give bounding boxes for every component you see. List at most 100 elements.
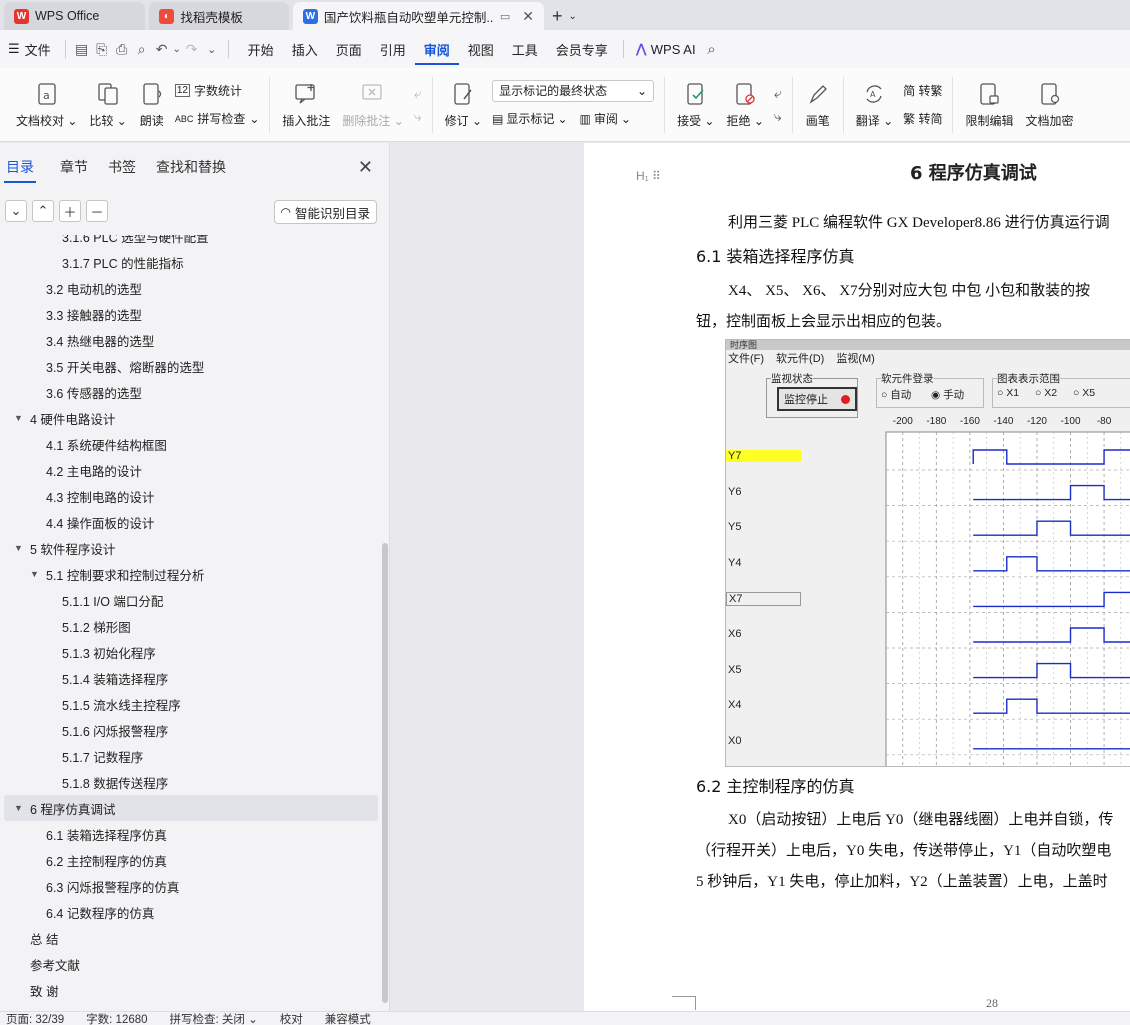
menu-view[interactable]: 视图 — [459, 40, 503, 59]
toc-item[interactable]: 4.3 控制电路的设计 — [0, 483, 154, 509]
caret-down-icon[interactable]: ▼ — [30, 569, 42, 579]
print-preview-icon[interactable]: ⌕ — [132, 39, 152, 59]
toc-item[interactable]: 4.2 主电路的设计 — [0, 457, 142, 483]
tab-document[interactable]: W 国产饮料瓶自动吹塑单元控制... ▭ ✕ — [292, 2, 545, 30]
smart-toc-button[interactable]: ◠ 智能识别目录 — [273, 200, 377, 224]
divider — [431, 76, 433, 133]
delete-comment-button[interactable]: 删除批注 ⌄ — [336, 73, 409, 137]
word-count-indicator[interactable]: 字数: 12680 — [86, 1012, 147, 1025]
toc-item[interactable]: 3.4 热继电器的选型 — [0, 327, 154, 353]
toc-item[interactable]: 6.4 记数程序的仿真 — [0, 899, 154, 925]
toc-item[interactable]: 6.3 闪烁报警程序的仿真 — [0, 873, 179, 899]
toc-item[interactable]: 5.1.8 数据传送程序 — [0, 769, 168, 795]
toc-item[interactable]: 5.1.7 记数程序 — [0, 743, 143, 769]
toc-item[interactable]: ▼ 5.1 控制要求和控制过程分析 — [0, 561, 204, 587]
prev-comment-icon[interactable]: ⤶ — [414, 85, 422, 102]
toc-item[interactable]: 6.2 主控制程序的仿真 — [0, 847, 167, 873]
restrict-edit-button[interactable]: 限制编辑 — [959, 73, 1019, 137]
more-dropdown-icon[interactable]: ⌄ — [202, 39, 222, 59]
compare-button[interactable]: 比较 ⌄ — [83, 73, 132, 137]
menu-reference[interactable]: 引用 — [371, 40, 415, 59]
save-icon[interactable]: ▤ — [72, 39, 92, 59]
accept-button[interactable]: 接受 ⌄ — [671, 73, 720, 137]
menu-member[interactable]: 会员专享 — [547, 40, 617, 59]
file-menu[interactable]: ☰ 文件 — [0, 40, 59, 59]
page-indicator[interactable]: 页面: 32/39 — [6, 1012, 64, 1025]
undo-icon[interactable]: ↶ — [152, 39, 172, 59]
menu-home[interactable]: 开始 — [239, 40, 283, 59]
next-comment-icon[interactable]: ⤷ — [414, 108, 422, 125]
reject-button[interactable]: 拒绝 ⌄ — [720, 73, 769, 137]
tab-template[interactable]: ◐ 找稻壳模板 — [149, 2, 289, 30]
print-icon[interactable]: ⎙ — [112, 39, 132, 59]
toc-item[interactable]: 3.1.6 PLC 选型与硬件配置 — [0, 235, 209, 249]
toc-item[interactable]: 5.1.4 装箱选择程序 — [0, 665, 168, 691]
tab-toc[interactable]: 目录 — [4, 157, 36, 183]
caret-down-icon[interactable]: ▼ — [14, 413, 26, 423]
toc-item[interactable]: 5.1.2 梯形图 — [0, 613, 131, 639]
tab-bookmarks[interactable]: 书签 — [100, 157, 144, 177]
export-icon[interactable]: ⎘ — [92, 39, 112, 59]
divider — [842, 76, 844, 133]
menu-tools[interactable]: 工具 — [503, 40, 547, 59]
toc-item[interactable]: ▼ 4 硬件电路设计 — [0, 405, 115, 431]
toc-item[interactable]: 6.1 装箱选择程序仿真 — [0, 821, 167, 847]
toc-item[interactable]: 致 谢 — [0, 977, 58, 1003]
review-pane-button[interactable]: ▥ 审阅 ⌄ — [580, 110, 631, 127]
tab-chapters[interactable]: 章节 — [52, 157, 96, 177]
toc-item[interactable]: 3.2 电动机的选型 — [0, 275, 142, 301]
toc-item[interactable]: 3.1.7 PLC 的性能指标 — [0, 249, 184, 275]
proof-indicator[interactable]: 校对 — [280, 1012, 303, 1025]
toc-item[interactable]: 参考文献 — [0, 951, 80, 977]
remove-heading-icon[interactable]: － — [86, 200, 108, 222]
close-tab-icon[interactable]: ✕ — [522, 8, 534, 25]
search-icon[interactable]: ⌕ — [702, 39, 722, 59]
toc-item[interactable]: 4.1 系统硬件结构框图 — [0, 431, 167, 457]
caret-down-icon[interactable]: ▼ — [14, 543, 26, 553]
spell-check-button[interactable]: ABC 拼写检查 ⌄ — [175, 108, 260, 130]
menu-review[interactable]: 审阅 — [414, 40, 459, 65]
toc-item[interactable]: 5.1.6 闪烁报警程序 — [0, 717, 168, 743]
menu-insert[interactable]: 插入 — [283, 40, 327, 59]
toc-item[interactable]: ▼ 6 程序仿真调试 — [4, 795, 378, 821]
read-aloud-button[interactable]: 朗读 — [133, 73, 171, 137]
menu-page[interactable]: 页面 — [327, 40, 371, 59]
tab-find-replace[interactable]: 查找和替换 — [148, 157, 234, 177]
toc-item[interactable]: 总 结 — [0, 925, 58, 951]
to-traditional-button[interactable]: 简 转繁 — [903, 80, 942, 102]
toc-item[interactable]: 5.1.3 初始化程序 — [0, 639, 156, 665]
revise-button[interactable]: 修订 ⌄ — [439, 73, 488, 137]
toc-item[interactable]: 5.1.5 流水线主控程序 — [0, 691, 181, 717]
toc-item[interactable]: ▼ 5 软件程序设计 — [0, 535, 115, 561]
undo-dropdown-icon[interactable]: ⌄ — [172, 39, 182, 59]
expand-down-icon[interactable]: ⌄ — [5, 200, 27, 222]
toc-item[interactable]: 3.5 开关电器、熔断器的选型 — [0, 353, 204, 379]
toc-item[interactable]: 4.4 操作面板的设计 — [0, 509, 154, 535]
collapse-up-icon[interactable]: ⌃ — [32, 200, 54, 222]
tab-wps-office[interactable]: W WPS Office — [4, 2, 146, 30]
spell-check-indicator[interactable]: 拼写检查: 关闭 ⌄ — [170, 1012, 258, 1025]
translate-button[interactable]: A 翻译 ⌄ — [850, 73, 899, 137]
next-change-icon[interactable]: ⤷ — [774, 108, 782, 125]
pen-button[interactable]: 画笔 — [799, 73, 837, 137]
toc-item[interactable]: 5.1.1 I/O 端口分配 — [0, 587, 163, 613]
encrypt-button[interactable]: 文档加密 — [1020, 73, 1080, 137]
toc-item[interactable]: 3.3 接触器的选型 — [0, 301, 142, 327]
wps-ai-button[interactable]: ⋀ WPS AI — [630, 41, 702, 57]
insert-comment-icon — [293, 81, 319, 107]
word-count-button[interactable]: 12 字数统计 — [174, 80, 260, 102]
toc-item[interactable]: 3.6 传感器的选型 — [0, 379, 142, 405]
show-markup-button[interactable]: ▤ 显示标记 ⌄ — [492, 110, 567, 127]
caret-down-icon[interactable]: ▼ — [14, 803, 26, 813]
toc-scrollbar[interactable] — [382, 543, 388, 1003]
markup-state-select[interactable]: 显示标记的最终状态 ⌄ — [492, 79, 655, 102]
insert-comment-button[interactable]: 插入批注 — [276, 73, 336, 137]
close-pane-icon[interactable]: ✕ — [358, 157, 373, 178]
add-heading-icon[interactable]: ＋ — [59, 200, 81, 222]
heading-marker-icon[interactable]: H₁ ⠿ — [636, 169, 661, 183]
to-simplified-button[interactable]: 繁 转简 — [903, 108, 942, 130]
redo-icon[interactable]: ↷ — [182, 39, 202, 59]
prev-change-icon[interactable]: ⤶ — [774, 85, 782, 102]
new-tab-button[interactable]: + ⌄ — [552, 2, 577, 30]
doc-proof-button[interactable]: a 文档校对 ⌄ — [10, 73, 83, 137]
